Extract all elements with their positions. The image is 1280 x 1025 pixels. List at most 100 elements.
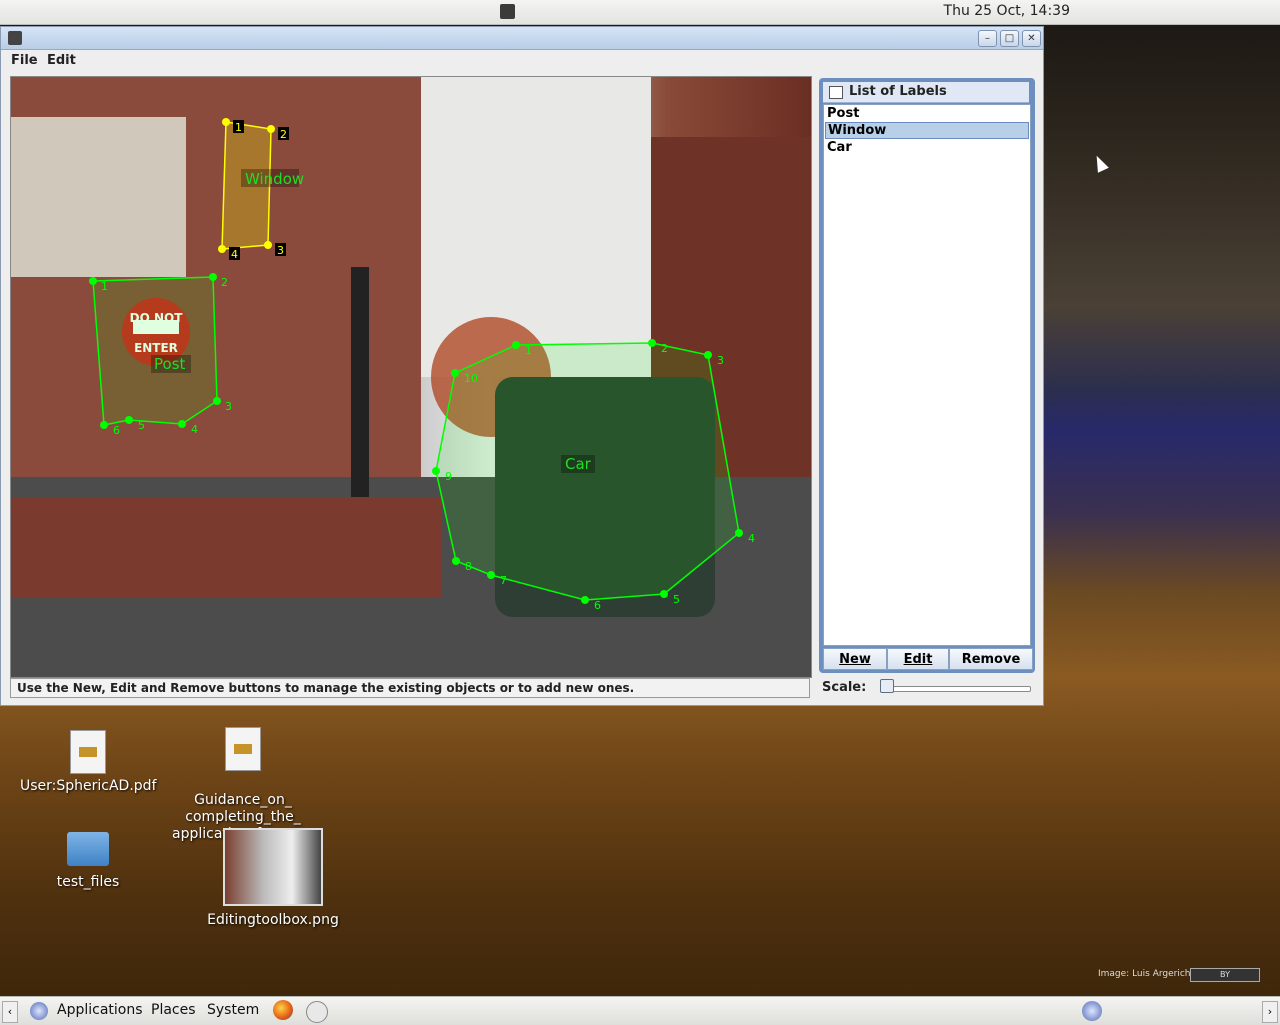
car-vertex-label: 4 [748, 532, 755, 545]
post-vertex[interactable] [125, 416, 133, 424]
maximize-button[interactable]: □ [1000, 30, 1019, 47]
window-vertex[interactable] [267, 125, 275, 133]
post-vertex-label: 5 [138, 419, 145, 432]
desktop-icon-pdf[interactable]: User:SphericAD.pdf [20, 730, 157, 795]
car-vertex-label: 10 [464, 372, 478, 385]
car-vertex[interactable] [581, 596, 589, 604]
gnome-foot-icon[interactable] [30, 1002, 48, 1020]
window-titlebar[interactable]: – □ ✕ [1, 27, 1043, 50]
car-vertex-label: 8 [465, 560, 472, 573]
desktop-icon-test-files[interactable]: test_files [40, 832, 136, 891]
new-button[interactable]: New [823, 648, 887, 670]
car-vertex[interactable] [512, 341, 520, 349]
post-vertex[interactable] [178, 420, 186, 428]
tray-status-icon[interactable] [1082, 1001, 1102, 1021]
label-item-window[interactable]: Window [825, 122, 1029, 139]
window-vertex-label: 3 [277, 244, 284, 257]
car-vertex-label: 3 [717, 354, 724, 367]
cc-license-badge: BY [1190, 968, 1260, 982]
mail-icon[interactable] [306, 1001, 328, 1023]
post-polygon[interactable] [92, 276, 218, 426]
annotation-layer[interactable]: DO NOT ENTER Window 1 2 3 4 [11, 77, 811, 677]
window-vertex[interactable] [222, 118, 230, 126]
car-vertex[interactable] [451, 369, 459, 377]
post-vertex[interactable] [209, 273, 217, 281]
wallpaper-credit: Image: Luis Argerich [1098, 969, 1191, 979]
post-vertex-label: 6 [113, 424, 120, 437]
post-vertex-label: 2 [221, 276, 228, 289]
desktop-icon-label: test_files [56, 874, 120, 890]
post-vertex-label: 4 [191, 423, 198, 436]
image-canvas[interactable]: DO NOT ENTER Window 1 2 3 4 [10, 76, 812, 678]
menu-file[interactable]: File [11, 53, 38, 68]
labels-panel-title-text: List of Labels [849, 84, 947, 99]
car-vertex-label: 2 [661, 342, 668, 355]
panel-scroll-right-icon[interactable]: › [1262, 1001, 1278, 1023]
car-vertex[interactable] [452, 557, 460, 565]
labels-panel: List of Labels Post Window Car New Edit … [819, 78, 1035, 673]
panel-scroll-left-icon[interactable]: ‹ [2, 1001, 18, 1023]
desktop-icon-editingtoolbox[interactable]: Editingtoolbox.png [206, 828, 340, 929]
menu-applications[interactable]: Applications [57, 1002, 143, 1018]
document-file-icon [225, 727, 261, 771]
car-vertex-label: 1 [525, 344, 532, 357]
edit-button-label: Edit [903, 652, 933, 667]
mouse-pointer-icon [1091, 153, 1109, 173]
window-vertex-label: 2 [280, 128, 287, 141]
window-vertex[interactable] [264, 241, 272, 249]
car-vertex[interactable] [648, 339, 656, 347]
labels-panel-title: List of Labels [823, 82, 1029, 103]
desktop-icon-label: User:SphericAD.pdf [20, 778, 157, 794]
folder-icon [67, 832, 109, 866]
car-label: Car [565, 455, 592, 473]
menu-edit[interactable]: Edit [47, 53, 76, 68]
image-thumbnail-icon [223, 828, 323, 906]
building-facade [11, 117, 186, 277]
post-vertex-label: 3 [225, 400, 232, 413]
car-vertex[interactable] [487, 571, 495, 579]
car-vertex-label: 9 [445, 470, 452, 483]
minimize-button[interactable]: – [978, 30, 997, 47]
firefox-icon[interactable] [273, 1000, 293, 1020]
menubar: File Edit [1, 50, 1043, 72]
remove-button[interactable]: Remove [949, 648, 1033, 670]
desktop-icon-label: Editingtoolbox.png [207, 912, 339, 928]
status-bar: Use the New, Edit and Remove buttons to … [10, 678, 810, 698]
window-vertex-label: 1 [235, 121, 242, 134]
window-vertex[interactable] [218, 245, 226, 253]
labels-list[interactable]: Post Window Car [823, 104, 1031, 646]
sidewalk [11, 497, 441, 597]
car-vertex-label: 5 [673, 593, 680, 606]
window-app-icon[interactable] [8, 31, 22, 45]
scale-slider-track[interactable] [881, 686, 1031, 692]
lamp-post [351, 267, 369, 497]
remove-button-label: Remove [961, 652, 1021, 667]
post-vertex[interactable] [89, 277, 97, 285]
label-item-post[interactable]: Post [825, 105, 1029, 122]
menu-system[interactable]: System [207, 1002, 259, 1018]
bottom-panel: ‹ Applications Places System › [0, 996, 1280, 1025]
app-launcher-icon[interactable] [500, 4, 515, 19]
car-vertex-label: 7 [500, 574, 507, 587]
window-label: Window [245, 170, 304, 188]
car-vertex[interactable] [704, 351, 712, 359]
car-vertex[interactable] [432, 467, 440, 475]
new-button-label: New [839, 652, 871, 667]
post-vertex[interactable] [213, 397, 221, 405]
clock[interactable]: Thu 25 Oct, 14:39 [944, 3, 1070, 19]
top-panel: Thu 25 Oct, 14:39 [0, 0, 1280, 25]
post-vertex[interactable] [100, 421, 108, 429]
menu-places[interactable]: Places [151, 1002, 196, 1018]
labels-buttons: New Edit Remove [823, 648, 1033, 670]
scale-slider-thumb[interactable] [880, 679, 894, 693]
list-window-icon [829, 86, 843, 99]
window-vertex-label: 4 [231, 248, 238, 261]
close-button[interactable]: ✕ [1022, 30, 1041, 47]
app-window: – □ ✕ File Edit DO NOT ENTER Window [0, 26, 1044, 706]
car-vertex[interactable] [735, 529, 743, 537]
edit-button[interactable]: Edit [887, 648, 949, 670]
label-item-car[interactable]: Car [825, 139, 1029, 156]
post-label: Post [154, 355, 186, 373]
car-vertex[interactable] [660, 590, 668, 598]
pdf-file-icon [70, 730, 106, 774]
